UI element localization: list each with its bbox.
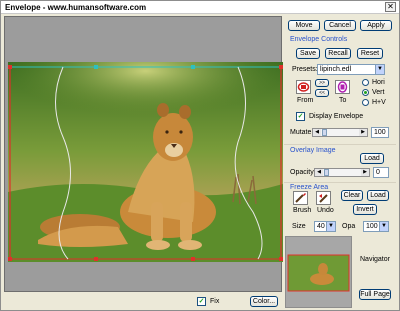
display-envelope-checkbox[interactable]: ✓ [296,112,305,121]
arrow-right-button[interactable]: >> [315,79,329,87]
radio-vert-label: Vert [372,89,385,96]
mutate-value-field[interactable]: 100 [371,127,389,138]
image-canvas[interactable] [4,16,283,292]
mutate-label: Mutate: [290,129,314,136]
radio-vert[interactable] [362,89,369,96]
radio-hori-label: Hori [372,79,385,86]
from-label: From [297,97,314,104]
undo-icon[interactable] [316,191,331,205]
cancel-button[interactable]: Cancel [324,20,356,31]
envelope-controls-heading: Envelope Controls [290,36,348,43]
color-button[interactable]: Color... [250,296,278,307]
mutate-slider[interactable]: ◀ ▶ [312,128,368,137]
overlay-load-button[interactable]: Load [360,153,384,164]
to-label: To [339,97,347,104]
apply-button[interactable]: Apply [360,20,392,31]
navigator-preview[interactable] [285,236,352,308]
opa-label: Opa [342,223,356,230]
title-bar: Envelope - www.humansoftware.com ✕ [1,1,399,14]
divider [284,182,396,183]
canvas-bottom-bar: ✓ Fix Color... [4,293,282,310]
brush-icon[interactable] [293,191,308,205]
right-arrow-icon[interactable]: ▶ [361,169,369,176]
radio-hori[interactable] [362,79,369,86]
opa-select[interactable]: 100 ▼ [363,221,389,232]
save-button[interactable]: Save [296,48,320,59]
chevron-down-icon: ▼ [375,65,384,74]
lion-photo[interactable] [8,62,283,262]
left-arrow-icon[interactable]: ◀ [313,129,321,136]
display-envelope-label: Display Envelope [309,113,364,120]
invert-button[interactable]: Invert [353,204,377,215]
full-page-button[interactable]: Full Page [359,289,391,300]
presets-value: lipinch.edl [320,66,352,73]
navigator-thumbnail [287,254,350,292]
brush-label: Brush [293,207,312,214]
undo-label: Undo [317,207,334,214]
envelope-window: Envelope - www.humansoftware.com ✕ ✓ Fix… [0,0,400,311]
right-arrow-icon[interactable]: ▶ [359,129,367,136]
size-label: Size [292,223,306,230]
size-value: 40 [317,223,325,230]
move-button[interactable]: Move [288,20,320,31]
overlay-image-heading: Overlay Image [290,147,336,154]
fix-label: Fix [210,298,220,305]
chevron-down-icon: ▼ [379,222,388,231]
from-shape-icon[interactable] [296,80,311,94]
slider-thumb[interactable] [322,129,327,136]
radio-hv-label: H+V [372,99,386,106]
opacity-slider[interactable]: ◀ ▶ [314,168,370,177]
chevron-down-icon: ▼ [326,222,335,231]
window-title: Envelope - www.humansoftware.com [5,3,147,12]
to-shape-icon[interactable] [335,80,350,94]
freeze-clear-button[interactable]: Clear [341,190,363,201]
close-button[interactable]: ✕ [385,2,396,12]
freeze-area-heading: Freeze Area [290,184,329,191]
opa-value: 100 [366,223,378,230]
presets-select[interactable]: lipinch.edl ▼ [317,64,385,75]
navigator-label: Navigator [360,256,390,263]
divider [284,144,396,145]
freeze-load-button[interactable]: Load [367,190,389,201]
fix-checkbox[interactable]: ✓ [197,297,206,306]
arrow-left-button[interactable]: << [315,89,329,97]
opacity-label: Opacity: [290,169,316,176]
opacity-value-field[interactable]: 0 [373,167,389,178]
distorted-image [8,62,283,262]
radio-hv[interactable] [362,99,369,106]
recall-button[interactable]: Recall [325,48,351,59]
slider-thumb[interactable] [324,169,329,176]
control-panel: Move Cancel Apply Envelope Controls Save… [284,16,398,310]
reset-button[interactable]: Reset [357,48,383,59]
presets-label: Presets: [292,66,318,73]
left-arrow-icon[interactable]: ◀ [315,169,323,176]
size-select[interactable]: 40 ▼ [314,221,336,232]
